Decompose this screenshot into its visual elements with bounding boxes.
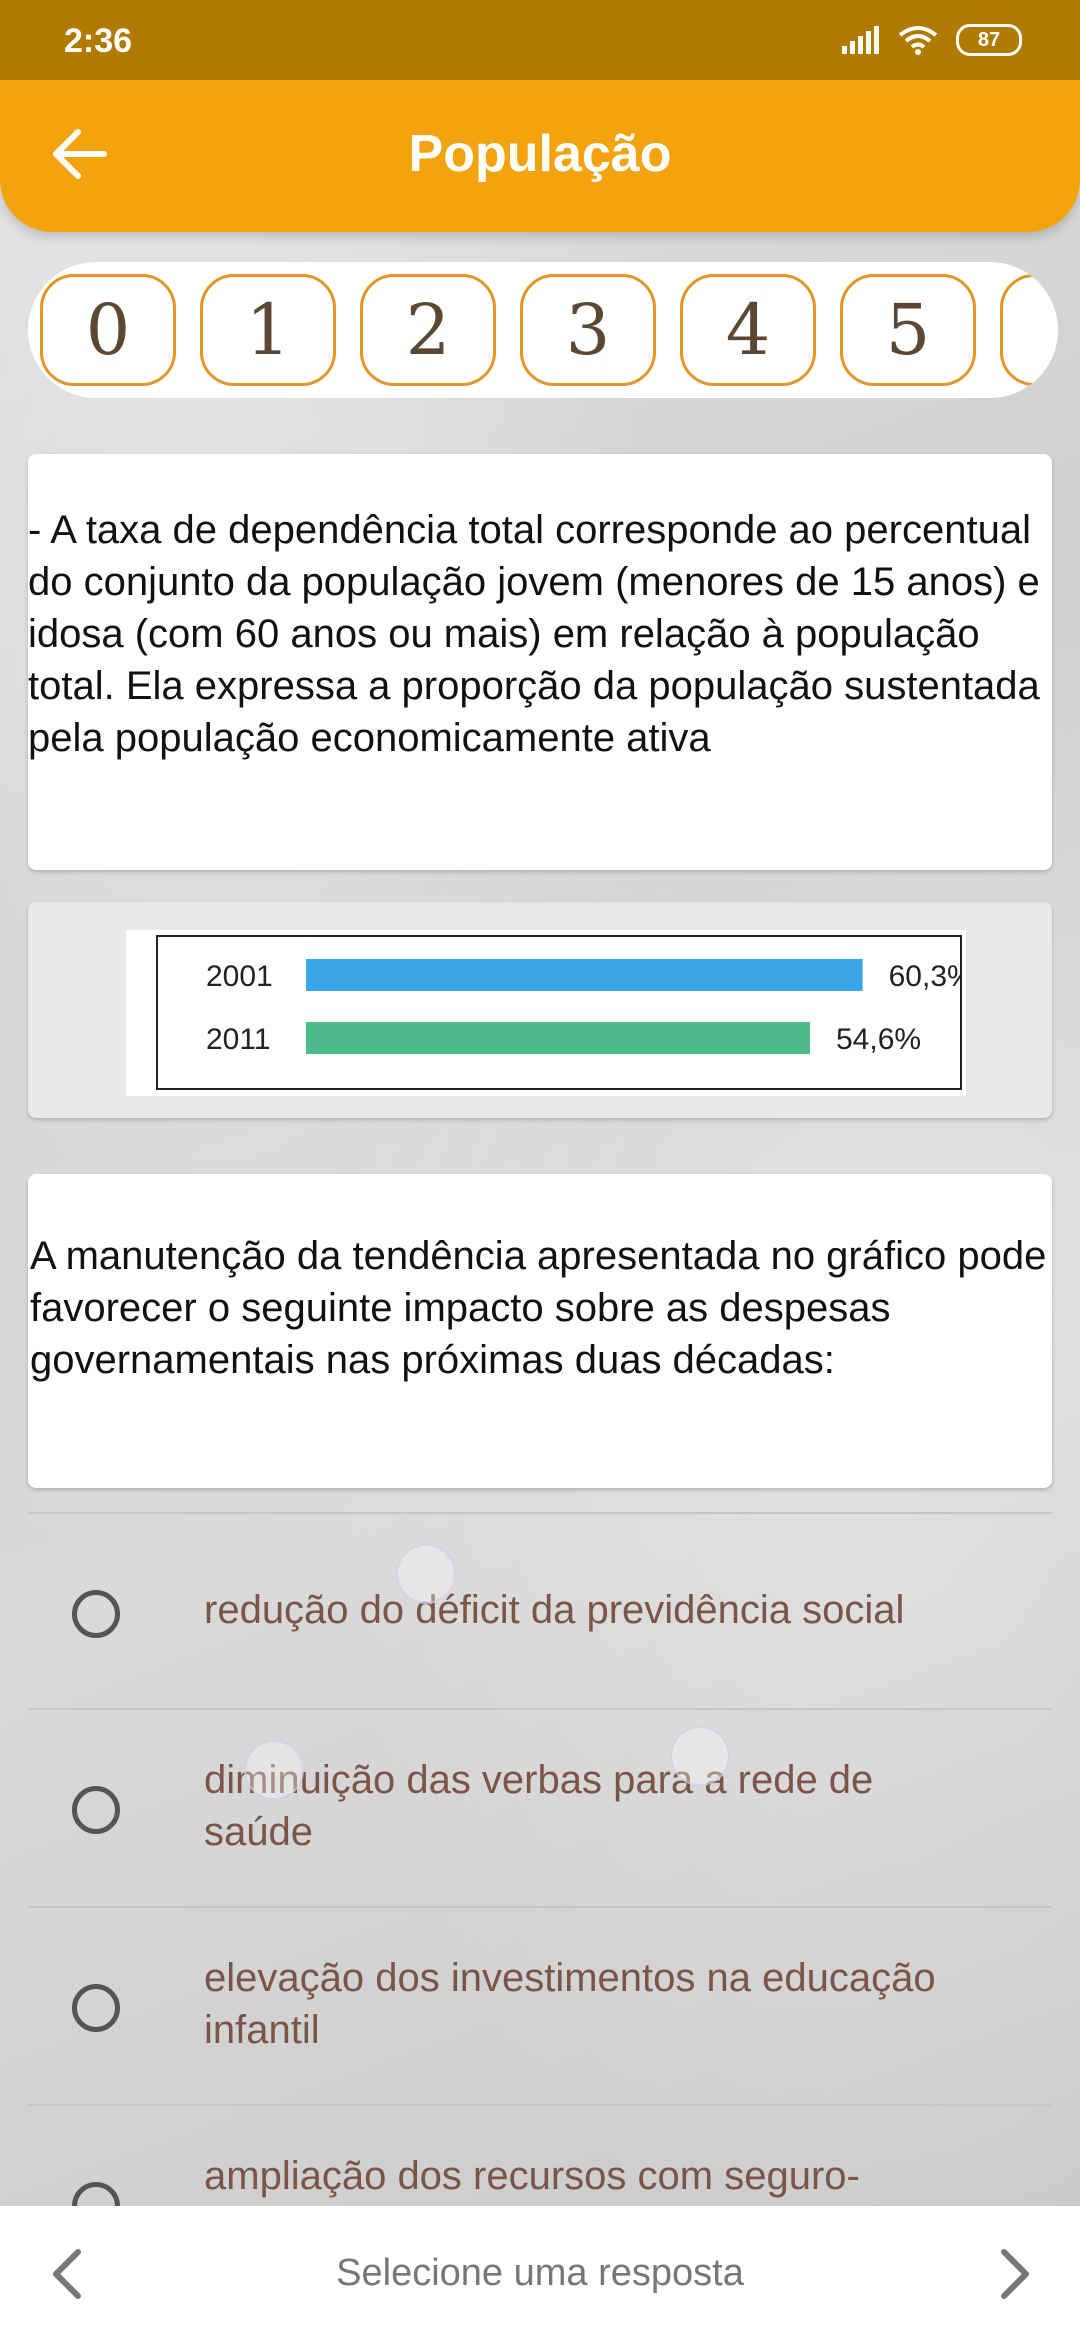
option-label[interactable]: elevação dos investimentos na educação i… <box>204 1952 1024 2056</box>
question-number-3[interactable]: 3 <box>520 274 656 386</box>
question-text: A manutenção da tendência apresentada no… <box>30 1234 1047 1382</box>
option-c[interactable]: elevação dos investimentos na educação i… <box>28 1906 1052 2104</box>
wifi-icon <box>898 26 938 55</box>
question-number-4[interactable]: 4 <box>680 274 816 386</box>
touch-ripple <box>244 1740 304 1800</box>
question-number-strip[interactable]: 0 1 2 3 4 5 <box>28 262 1058 398</box>
bottom-bar: Selecione uma resposta <box>0 2206 1080 2340</box>
option-label[interactable]: diminuição das verbas para a rede de saú… <box>204 1754 984 1858</box>
question-number-next-partial[interactable] <box>1000 274 1058 386</box>
option-b[interactable]: diminuição das verbas para a rede de saú… <box>28 1708 1052 1906</box>
category-label-2011: 2011 <box>206 1023 271 1056</box>
radio-button[interactable] <box>72 1984 120 2032</box>
touch-ripple <box>396 1544 456 1604</box>
status-bar: 2:36 87 <box>0 0 1080 80</box>
question-number-1[interactable]: 1 <box>200 274 336 386</box>
chart-frame: 2001 60,3% 2011 54,6% <box>156 935 974 1090</box>
bar-chart: 2001 60,3% 2011 54,6% <box>206 959 974 1056</box>
touch-ripple <box>670 1726 730 1786</box>
statement-card: - A taxa de dependência total correspond… <box>28 454 1052 870</box>
question-number-5[interactable]: 5 <box>840 274 976 386</box>
option-d[interactable]: ampliação dos recursos com seguro- <box>28 2104 1052 2208</box>
answer-hint: Selecione uma resposta <box>336 2252 744 2294</box>
chart-image: 2001 60,3% 2011 54,6% <box>126 930 974 1096</box>
question-card: A manutenção da tendência apresentada no… <box>28 1174 1052 1488</box>
chevron-right-icon[interactable] <box>982 2242 1046 2306</box>
statement-text: - A taxa de dependência total correspond… <box>28 508 1040 760</box>
page-title: População <box>408 125 672 183</box>
bar-2001 <box>306 959 863 991</box>
radio-button[interactable] <box>72 1590 120 1638</box>
app-bar: População <box>0 80 1080 232</box>
bar-2011 <box>306 1022 810 1054</box>
question-number-2[interactable]: 2 <box>360 274 496 386</box>
battery-icon: 87 <box>956 24 1022 56</box>
value-label-2011: 54,6% <box>836 1023 921 1056</box>
signal-icon <box>842 26 879 54</box>
status-icons: 87 <box>840 20 1022 60</box>
option-a[interactable]: redução do déficit da previdência social <box>28 1512 1052 1710</box>
option-label[interactable]: redução do déficit da previdência social <box>204 1584 904 1636</box>
option-label[interactable]: ampliação dos recursos com seguro- <box>204 2150 1024 2202</box>
question-number-0[interactable]: 0 <box>40 274 176 386</box>
radio-button[interactable] <box>72 1786 120 1834</box>
status-time: 2:36 <box>64 22 133 60</box>
chart-card: 2001 60,3% 2011 54,6% <box>28 902 1052 1118</box>
value-label-2001: 60,3% <box>889 960 960 993</box>
category-label-2001: 2001 <box>206 960 273 993</box>
radio-button[interactable] <box>72 2182 120 2208</box>
